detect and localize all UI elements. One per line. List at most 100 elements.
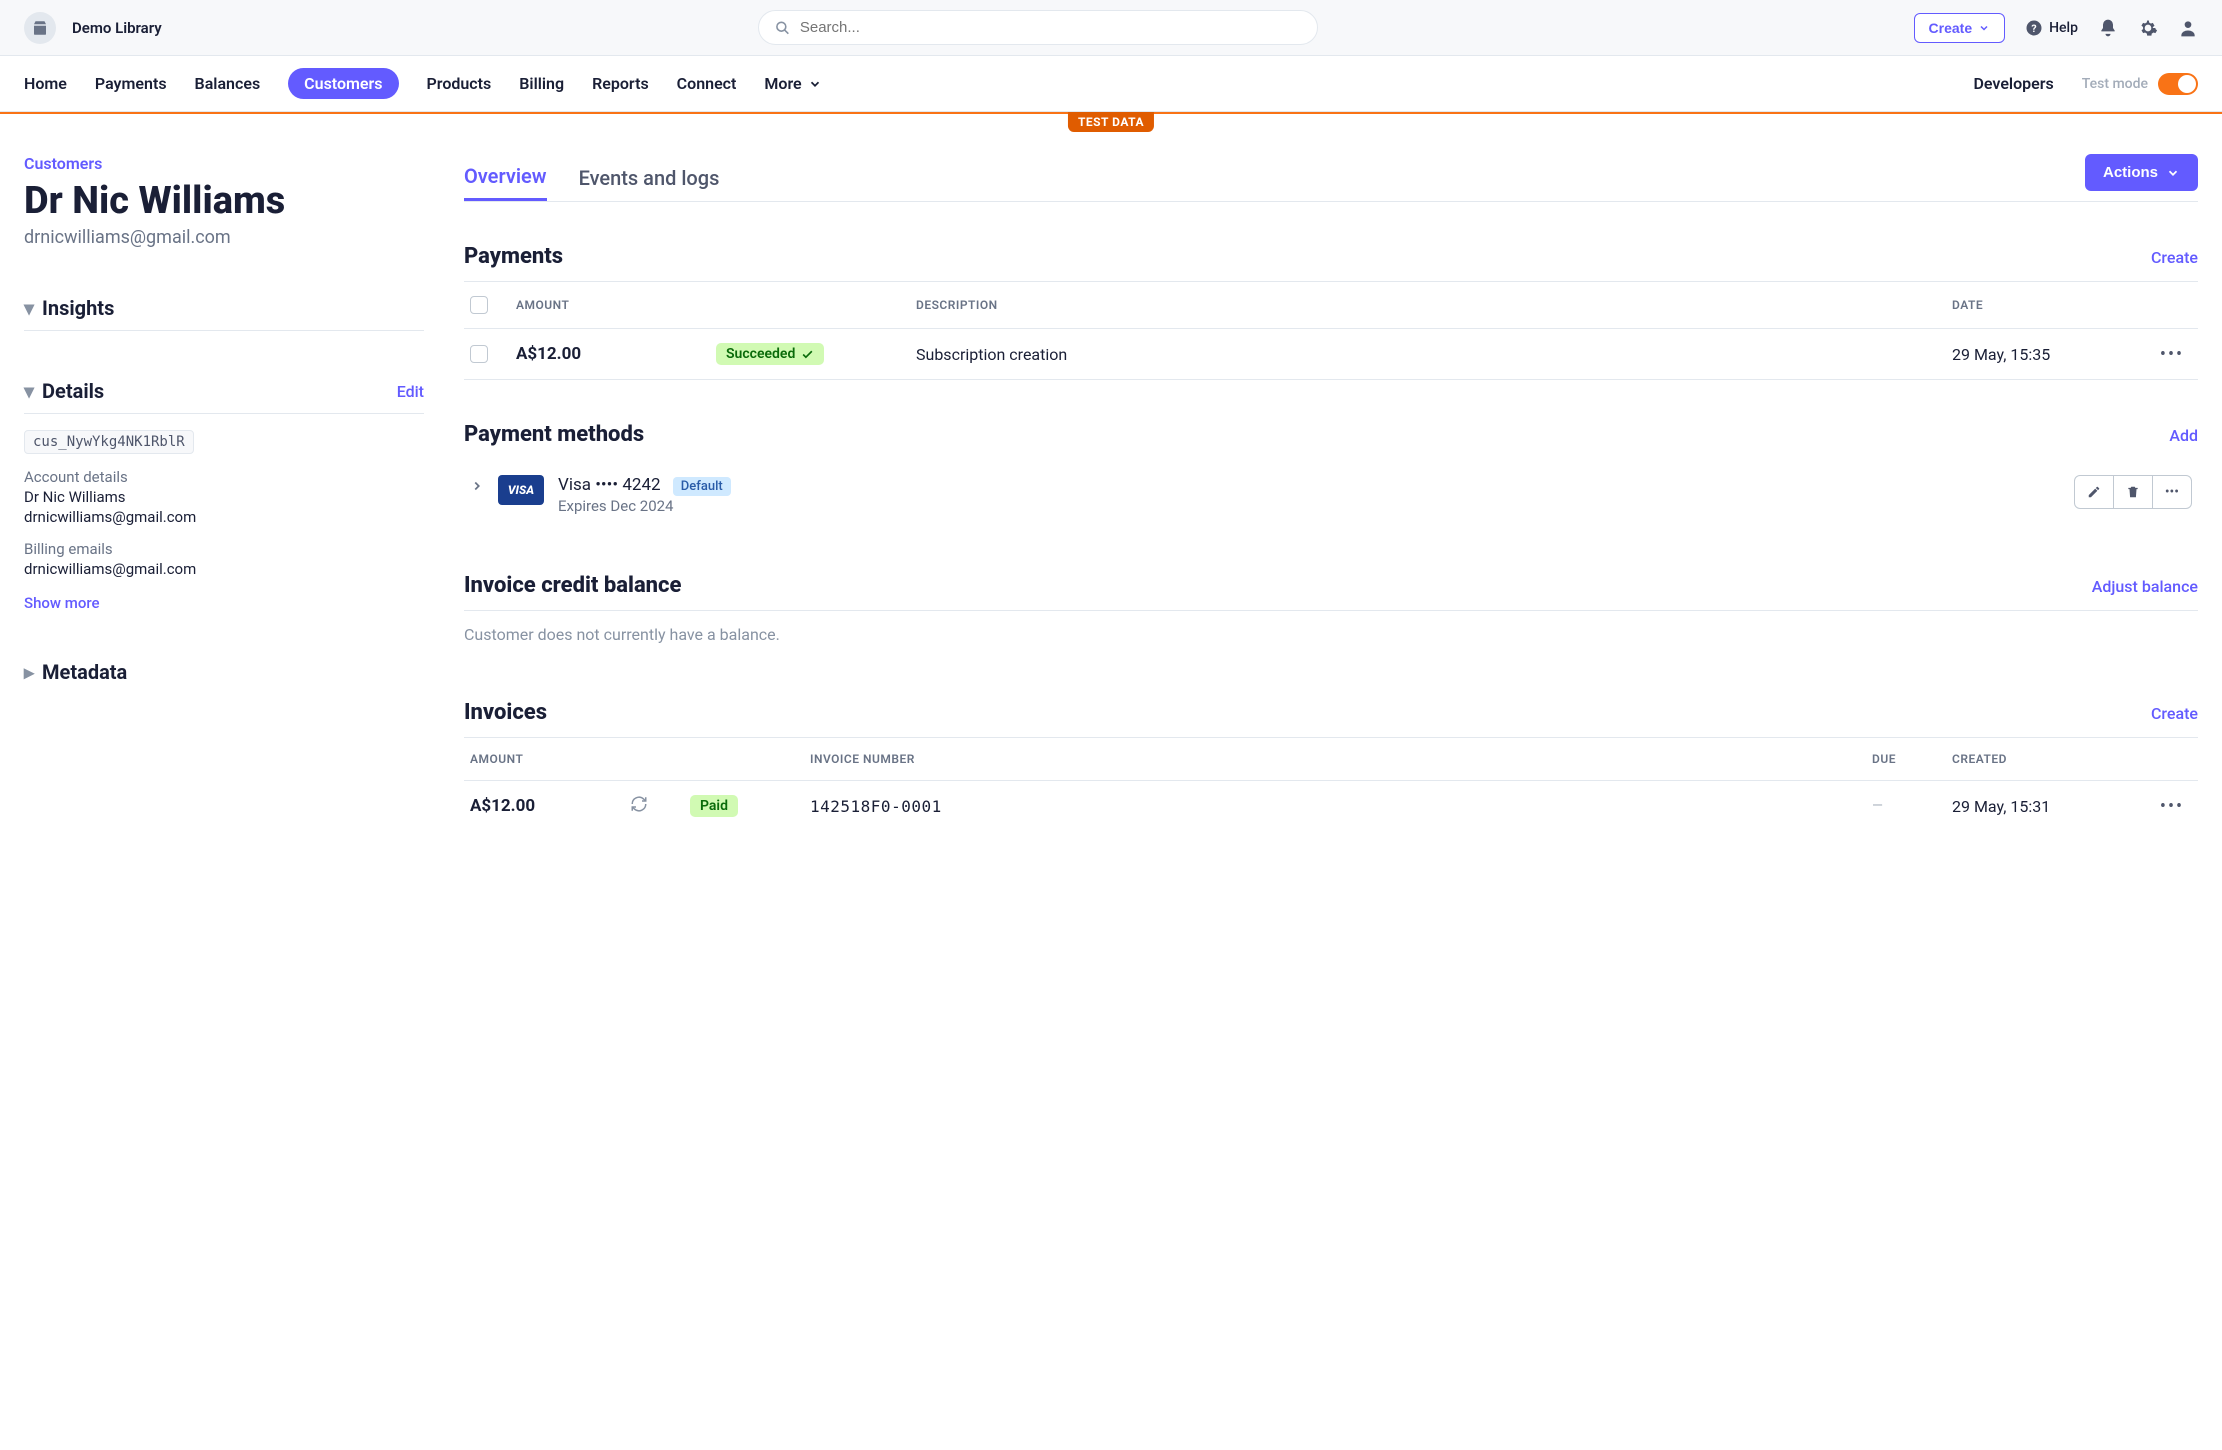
insights-header[interactable]: ▾ Insights bbox=[24, 296, 424, 331]
card-expiry: Expires Dec 2024 bbox=[558, 497, 731, 515]
adjust-balance-link[interactable]: Adjust balance bbox=[2092, 577, 2198, 596]
nav-customers[interactable]: Customers bbox=[288, 68, 398, 99]
edit-details-link[interactable]: Edit bbox=[397, 382, 424, 401]
nav-payments[interactable]: Payments bbox=[95, 68, 167, 99]
edit-payment-method-icon[interactable] bbox=[2075, 476, 2114, 508]
nav-connect[interactable]: Connect bbox=[677, 68, 737, 99]
topbar: Demo Library Create ? Help bbox=[0, 0, 2222, 56]
account-name: Dr Nic Williams bbox=[24, 488, 424, 506]
payments-title: Payments bbox=[464, 244, 563, 269]
expand-icon[interactable] bbox=[470, 479, 484, 497]
check-icon bbox=[801, 348, 814, 361]
nav-balances[interactable]: Balances bbox=[195, 68, 261, 99]
help-link[interactable]: ? Help bbox=[2025, 19, 2078, 37]
actions-button-label: Actions bbox=[2103, 164, 2158, 181]
col-amount: AMOUNT bbox=[516, 298, 716, 312]
invoice-due: — bbox=[1872, 798, 1952, 814]
show-more-link[interactable]: Show more bbox=[24, 594, 424, 612]
row-more-icon[interactable]: ••• bbox=[2152, 796, 2192, 817]
invoices-title: Invoices bbox=[464, 700, 547, 725]
invoices-header-row: AMOUNT INVOICE NUMBER DUE CREATED bbox=[464, 738, 2198, 781]
delete-payment-method-icon[interactable] bbox=[2114, 476, 2153, 508]
create-button[interactable]: Create bbox=[1914, 13, 2006, 43]
profile-icon[interactable] bbox=[2178, 18, 2198, 38]
tabs: Overview Events and logs Actions bbox=[464, 154, 2198, 202]
recurring-icon bbox=[630, 795, 690, 817]
toggle-switch[interactable] bbox=[2158, 73, 2198, 95]
test-mode-label: Test mode bbox=[2082, 76, 2148, 92]
col-invoice-number: INVOICE NUMBER bbox=[810, 752, 1872, 766]
settings-icon[interactable] bbox=[2138, 18, 2158, 38]
help-label: Help bbox=[2049, 20, 2078, 36]
nav-products[interactable]: Products bbox=[427, 68, 492, 99]
notifications-icon[interactable] bbox=[2098, 18, 2118, 38]
col-date: DATE bbox=[1952, 298, 2152, 312]
status-badge-paid: Paid bbox=[690, 795, 738, 817]
col-description: DESCRIPTION bbox=[916, 298, 1952, 312]
credit-balance-empty: Customer does not currently have a balan… bbox=[464, 611, 2198, 658]
navbar: Home Payments Balances Customers Product… bbox=[0, 56, 2222, 112]
customer-id-chip[interactable]: cus_NywYkg4NK1RblR bbox=[24, 430, 194, 454]
org-logo[interactable] bbox=[24, 12, 56, 44]
nav-developers[interactable]: Developers bbox=[1973, 68, 2053, 99]
invoice-number: 142518F0-0001 bbox=[810, 797, 1872, 816]
invoice-created: 29 May, 15:31 bbox=[1952, 797, 2152, 816]
payment-methods-title: Payment methods bbox=[464, 422, 644, 447]
search-box[interactable] bbox=[758, 10, 1318, 45]
payment-description: Subscription creation bbox=[916, 345, 1952, 364]
insights-title: Insights bbox=[42, 296, 114, 320]
billing-email: drnicwilliams@gmail.com bbox=[24, 560, 424, 578]
search-icon bbox=[775, 20, 790, 36]
add-payment-method-link[interactable]: Add bbox=[2169, 426, 2198, 445]
payment-row[interactable]: A$12.00 Succeeded Subscription creation … bbox=[464, 329, 2198, 380]
svg-text:?: ? bbox=[2032, 21, 2037, 34]
status-text: Succeeded bbox=[726, 346, 795, 362]
test-mode-toggle[interactable]: Test mode bbox=[2082, 73, 2198, 95]
row-more-icon[interactable]: ••• bbox=[2152, 344, 2192, 365]
card-brand-icon: VISA bbox=[498, 475, 544, 505]
payments-create-link[interactable]: Create bbox=[2151, 248, 2198, 267]
test-data-badge: TEST DATA bbox=[1068, 112, 1154, 132]
billing-emails-label: Billing emails bbox=[24, 540, 424, 558]
col-amount: AMOUNT bbox=[470, 752, 630, 766]
metadata-title: Metadata bbox=[42, 660, 127, 684]
customer-name: Dr Nic Williams bbox=[24, 179, 424, 223]
breadcrumb-customers[interactable]: Customers bbox=[24, 154, 424, 173]
nav-home[interactable]: Home bbox=[24, 68, 67, 99]
caret-right-icon: ▸ bbox=[24, 660, 34, 684]
row-checkbox[interactable] bbox=[470, 345, 488, 363]
nav-more[interactable]: More bbox=[764, 68, 821, 99]
payment-method-actions: ••• bbox=[2074, 475, 2192, 509]
chevron-down-icon bbox=[2166, 166, 2180, 180]
tab-events-logs[interactable]: Events and logs bbox=[579, 156, 720, 200]
chevron-down-icon bbox=[808, 77, 822, 91]
caret-down-icon: ▾ bbox=[24, 379, 34, 403]
account-details-label: Account details bbox=[24, 468, 424, 486]
payment-amount: A$12.00 bbox=[516, 344, 716, 364]
org-name[interactable]: Demo Library bbox=[72, 19, 162, 37]
tab-overview[interactable]: Overview bbox=[464, 154, 547, 201]
payment-date: 29 May, 15:35 bbox=[1952, 345, 2152, 364]
nav-billing[interactable]: Billing bbox=[519, 68, 564, 99]
payment-method-row[interactable]: VISA Visa •••• 4242 Default Expires Dec … bbox=[464, 459, 2198, 531]
status-badge-succeeded: Succeeded bbox=[716, 343, 824, 365]
invoice-row[interactable]: A$12.00 Paid 142518F0-0001 — 29 May, 15:… bbox=[464, 781, 2198, 831]
select-all-checkbox[interactable] bbox=[470, 296, 488, 314]
actions-button[interactable]: Actions bbox=[2085, 154, 2198, 191]
invoices-create-link[interactable]: Create bbox=[2151, 704, 2198, 723]
nav-reports[interactable]: Reports bbox=[592, 68, 649, 99]
help-icon: ? bbox=[2025, 19, 2043, 37]
details-header[interactable]: ▾ Details Edit bbox=[24, 379, 424, 414]
caret-down-icon: ▾ bbox=[24, 296, 34, 320]
col-due: DUE bbox=[1872, 752, 1952, 766]
account-email: drnicwilliams@gmail.com bbox=[24, 508, 424, 526]
details-title: Details bbox=[42, 379, 104, 403]
search-input[interactable] bbox=[800, 19, 1301, 36]
nav-more-label: More bbox=[764, 74, 801, 93]
default-badge: Default bbox=[673, 477, 731, 496]
payments-header-row: AMOUNT DESCRIPTION DATE bbox=[464, 282, 2198, 329]
chevron-down-icon bbox=[1978, 22, 1990, 34]
metadata-header[interactable]: ▸ Metadata bbox=[24, 660, 424, 694]
more-payment-method-icon[interactable]: ••• bbox=[2153, 476, 2191, 508]
test-data-strip: TEST DATA bbox=[0, 112, 2222, 114]
